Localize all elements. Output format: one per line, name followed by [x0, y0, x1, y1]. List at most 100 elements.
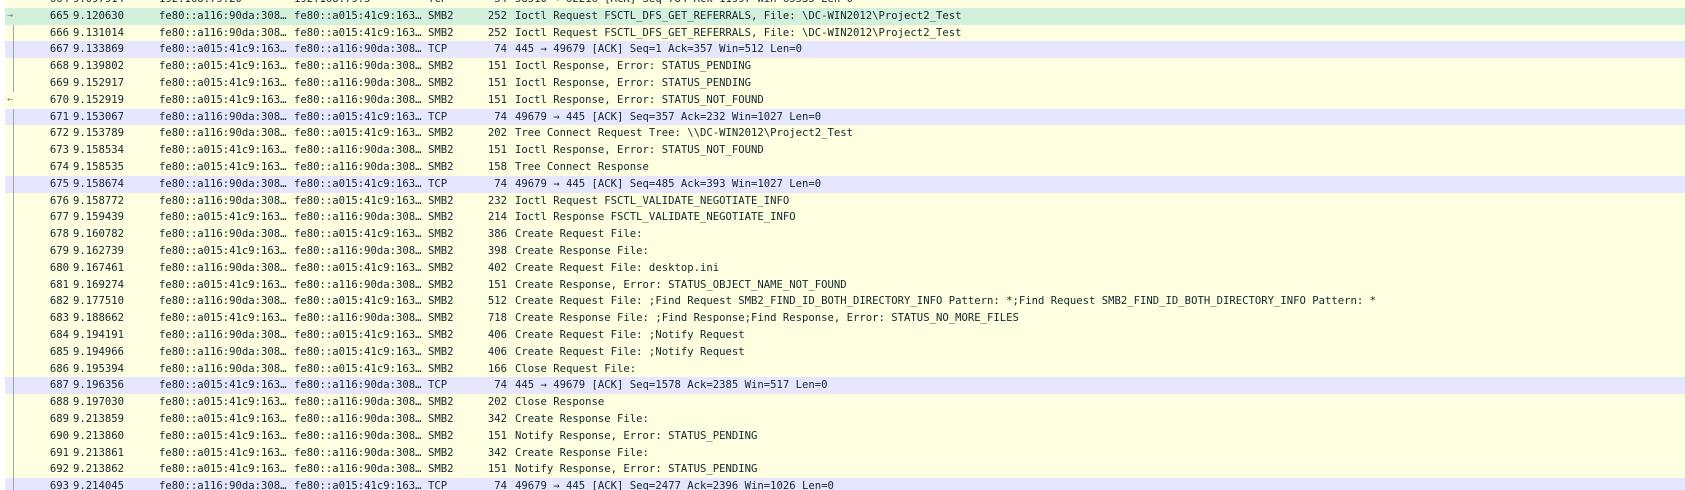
- packet-length: 151: [487, 463, 507, 476]
- packet-protocol: SMB2: [428, 76, 454, 89]
- conversation-line-icon: [13, 461, 14, 479]
- packet-time: 9.167461: [73, 261, 125, 274]
- packet-destination: fe80::a116:90da:308…: [294, 244, 422, 257]
- packet-length: 74: [494, 480, 507, 490]
- packet-row[interactable]: 667 9.133869 fe80::a015:41c9:163… fe80::a11…: [5, 41, 1685, 59]
- packet-row[interactable]: 690 9.213860 fe80::a015:41c9:163… fe80::a11…: [5, 427, 1685, 445]
- packet-time: 9.188662: [73, 312, 125, 325]
- packet-destination: fe80::a015:41c9:163…: [294, 228, 422, 241]
- packet-destination: fe80::a116:90da:308…: [294, 43, 422, 56]
- packet-protocol: SMB2: [428, 93, 454, 106]
- packet-source: fe80::a116:90da:308…: [159, 480, 287, 490]
- packet-source: fe80::a116:90da:308…: [159, 194, 287, 207]
- packet-row[interactable]: 692 9.213862 fe80::a015:41c9:163… fe80::a11…: [5, 461, 1685, 479]
- packet-row[interactable]: 680 9.167461 fe80::a116:90da:308… fe80::a01…: [5, 259, 1685, 277]
- packet-length: 54: [483, 0, 507, 8]
- packet-row[interactable]: 664 9.097914 192.168.79.20192.168.79.5TCP 5…: [5, 0, 1685, 8]
- packet-info: Notify Response, Error: STATUS_PENDING: [515, 429, 758, 442]
- request-arrow-icon: →: [7, 9, 14, 21]
- packet-number: 680: [49, 261, 69, 274]
- packet-time: 9.158674: [73, 177, 125, 190]
- packet-info: Ioctl Response, Error: STATUS_PENDING: [515, 60, 751, 73]
- packet-protocol: TCP: [428, 0, 476, 8]
- packet-source: fe80::a015:41c9:163…: [159, 278, 287, 291]
- packet-info: Create Response File:: [515, 446, 649, 459]
- packet-row[interactable]: 676 9.158772 fe80::a116:90da:308… fe80::a01…: [5, 192, 1685, 210]
- packet-length: 166: [487, 362, 507, 375]
- packet-source: fe80::a116:90da:308…: [159, 362, 287, 375]
- packet-destination: fe80::a015:41c9:163…: [294, 261, 422, 274]
- packet-protocol: SMB2: [428, 362, 454, 375]
- conversation-line-icon: [13, 226, 14, 243]
- packet-protocol: SMB2: [428, 412, 454, 425]
- packet-source: fe80::a015:41c9:163…: [159, 312, 287, 325]
- packet-info: Create Request File: ;Notify Request: [515, 328, 745, 341]
- packet-row[interactable]: 693 9.214045 fe80::a116:90da:308… fe80::a01…: [5, 478, 1685, 490]
- packet-time: 9.158772: [73, 194, 125, 207]
- packet-row[interactable]: 682 9.177510 fe80::a116:90da:308… fe80::a01…: [5, 293, 1685, 311]
- packet-length: 74: [494, 177, 507, 190]
- packet-number: 689: [49, 412, 69, 425]
- packet-row[interactable]: 681 9.169274 fe80::a015:41c9:163… fe80::a11…: [5, 276, 1685, 294]
- packet-source: fe80::a015:41c9:163…: [159, 144, 287, 157]
- packet-destination: fe80::a116:90da:308…: [294, 463, 422, 476]
- packet-row[interactable]: 688 9.197030 fe80::a015:41c9:163… fe80::a11…: [5, 394, 1685, 411]
- packet-destination: fe80::a116:90da:308…: [294, 446, 422, 459]
- packet-protocol: SMB2: [428, 26, 454, 39]
- packet-row[interactable]: 678 9.160782 fe80::a116:90da:308… fe80::a01…: [5, 226, 1685, 243]
- packet-row[interactable]: 675 9.158674 fe80::a116:90da:308… fe80::a01…: [5, 175, 1685, 193]
- packet-row[interactable]: 673 9.158534 fe80::a015:41c9:163… fe80::a11…: [5, 142, 1685, 159]
- packet-row[interactable]: ← 670 9.152919 fe80::a015:41c9:163… fe80::a1…: [5, 91, 1685, 109]
- conversation-line-icon: [13, 293, 14, 311]
- packet-row[interactable]: 687 9.196356 fe80::a015:41c9:163… fe80::a11…: [5, 377, 1685, 395]
- packet-source: fe80::a116:90da:308…: [159, 110, 287, 123]
- packet-info: 445 → 49679 [ACK] Seq=1 Ack=357 Win=512 …: [515, 43, 803, 56]
- packet-number: 673: [49, 144, 69, 157]
- conversation-line-icon: [13, 242, 14, 260]
- packet-length: 74: [494, 379, 507, 392]
- packet-row[interactable]: 684 9.194191 fe80::a116:90da:308… fe80::a01…: [5, 326, 1685, 344]
- packet-protocol: SMB2: [428, 446, 454, 459]
- conversation-line-icon: [13, 74, 14, 92]
- packet-row[interactable]: 683 9.188662 fe80::a015:41c9:163… fe80::a11…: [5, 310, 1685, 327]
- conversation-line-icon: [13, 343, 14, 361]
- packet-source: fe80::a116:90da:308…: [159, 177, 287, 190]
- packet-protocol: SMB2: [428, 194, 454, 207]
- packet-source: 192.168.79.20: [159, 0, 293, 8]
- packet-row[interactable]: 666 9.131014 fe80::a116:90da:308… fe80::a01…: [5, 24, 1685, 42]
- packet-length: 202: [487, 127, 507, 140]
- conversation-line-icon: [13, 142, 14, 159]
- packet-row[interactable]: 677 9.159439 fe80::a015:41c9:163… fe80::a11…: [5, 209, 1685, 227]
- packet-row[interactable]: 679 9.162739 fe80::a015:41c9:163… fe80::a11…: [5, 242, 1685, 260]
- packet-row[interactable]: 689 9.213859 fe80::a015:41c9:163… fe80::a11…: [5, 410, 1685, 428]
- packet-row[interactable]: 668 9.139802 fe80::a015:41c9:163… fe80::a11…: [5, 58, 1685, 75]
- packet-source: fe80::a015:41c9:163…: [159, 93, 287, 106]
- packet-info: Create Request File: ;Notify Request: [515, 345, 745, 358]
- packet-info: 49679 → 445 [ACK] Seq=2477 Ack=2396 Win=…: [515, 480, 834, 490]
- packet-row[interactable]: 691 9.213861 fe80::a015:41c9:163… fe80::a11…: [5, 444, 1685, 462]
- packet-number: 686: [49, 362, 69, 375]
- packet-length: 74: [494, 110, 507, 123]
- packet-row[interactable]: 674 9.158535 fe80::a015:41c9:163… fe80::a11…: [5, 158, 1685, 176]
- packet-length: 386: [487, 228, 507, 241]
- conversation-line-icon: [13, 125, 14, 143]
- packet-destination: fe80::a015:41c9:163…: [294, 127, 422, 140]
- packet-source: fe80::a015:41c9:163…: [159, 463, 287, 476]
- packet-info: Notify Response, Error: STATUS_PENDING: [515, 463, 758, 476]
- conversation-line-icon: [13, 175, 14, 193]
- packet-rows: 6649.097914192.168.79.20192.168.79.5TCP5…: [5, 0, 1685, 490]
- packet-time: 9.213862: [73, 463, 125, 476]
- packet-length: 512: [487, 295, 507, 308]
- packet-row[interactable]: 672 9.153789 fe80::a116:90da:308… fe80::a01…: [5, 125, 1685, 143]
- packet-number: 665: [49, 9, 69, 22]
- packet-number: 687: [49, 379, 69, 392]
- packet-number: 688: [49, 396, 69, 409]
- packet-length: 398: [487, 244, 507, 257]
- packet-row[interactable]: 669 9.152917 fe80::a015:41c9:163… fe80::a11…: [5, 74, 1685, 92]
- packet-row[interactable]: → 665 9.120630 fe80::a116:90da:308… fe80::a0…: [5, 7, 1685, 25]
- packet-row[interactable]: 686 9.195394 fe80::a116:90da:308… fe80::a01…: [5, 360, 1685, 378]
- packet-row[interactable]: 685 9.194966 fe80::a116:90da:308… fe80::a01…: [5, 343, 1685, 361]
- packet-row[interactable]: 671 9.153067 fe80::a116:90da:308… fe80::a01…: [5, 108, 1685, 126]
- packet-number: 668: [49, 60, 69, 73]
- packet-protocol: SMB2: [428, 396, 454, 409]
